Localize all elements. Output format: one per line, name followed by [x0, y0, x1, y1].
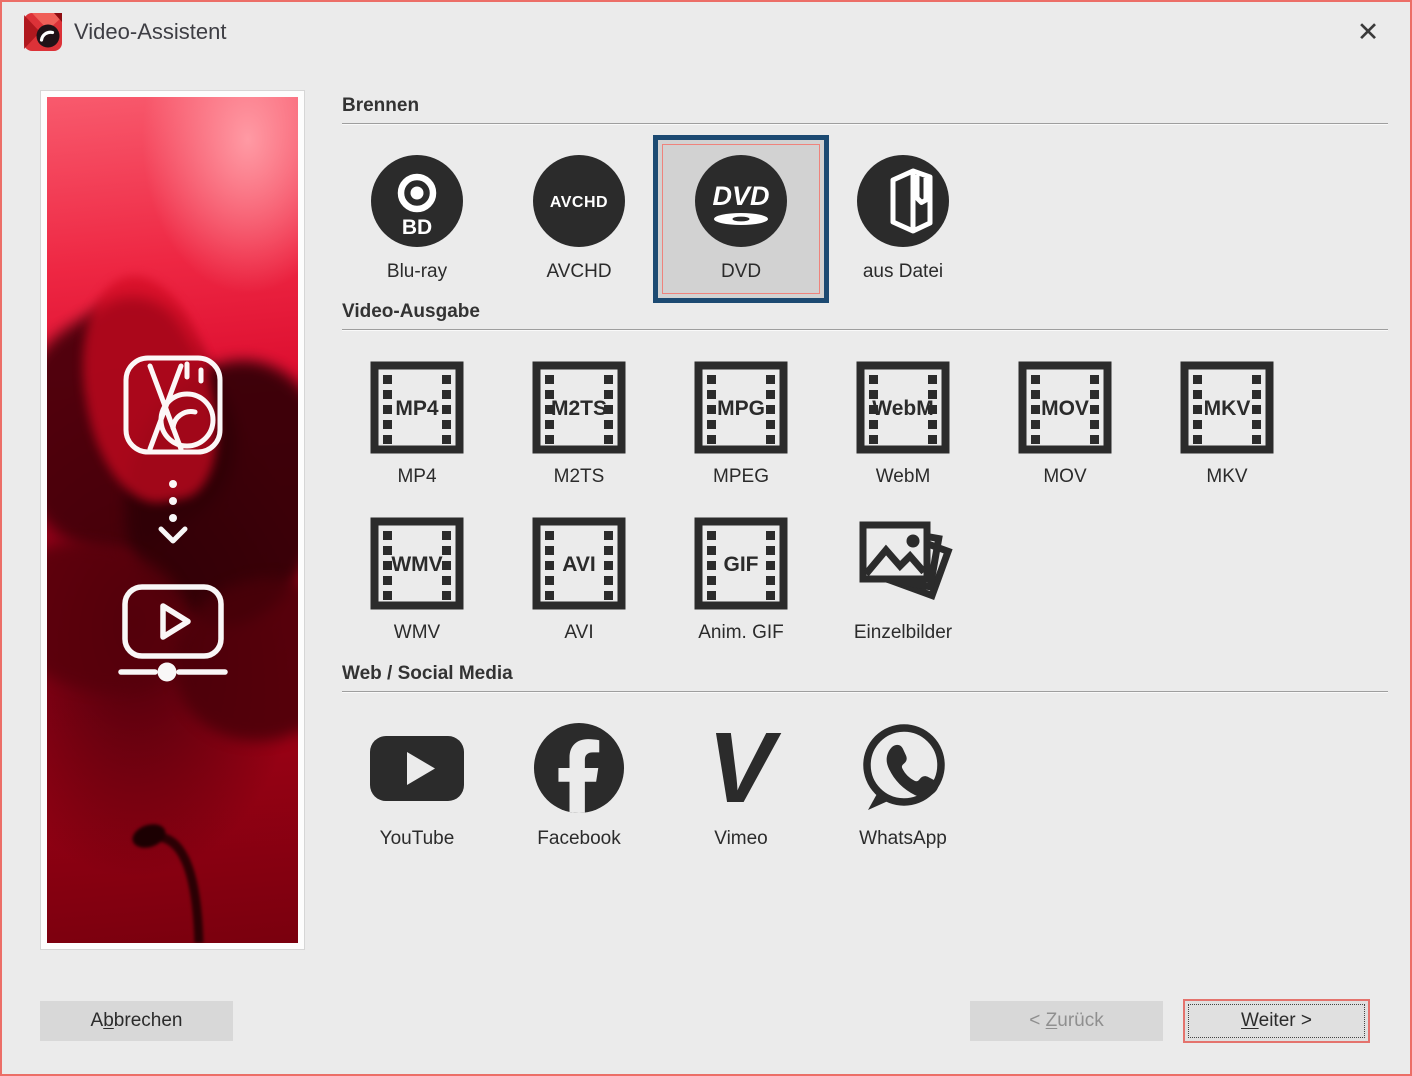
facebook-icon	[532, 722, 626, 814]
svg-text:GIF: GIF	[724, 553, 759, 576]
video-app-outline-icon	[117, 349, 229, 461]
svg-text:MPG: MPG	[717, 397, 765, 420]
app-logo-icon	[24, 13, 62, 51]
photo-stack-icon	[853, 517, 953, 610]
back-button[interactable]: < Zurück	[970, 1001, 1163, 1041]
tile-bluray[interactable]: BD Blu-ray	[336, 135, 498, 303]
tile-label: WebM	[876, 466, 931, 488]
tile-label: AVI	[564, 622, 593, 644]
tile-label: aus Datei	[863, 261, 943, 283]
tile-label: WMV	[394, 622, 440, 644]
tile-label: WhatsApp	[859, 828, 947, 850]
filmstrip-icon: M2TS	[532, 361, 626, 454]
filmstrip-icon: GIF	[694, 517, 788, 610]
tile-avchd[interactable]: AVCHD AVCHD	[498, 135, 660, 303]
tile-label: AVCHD	[546, 261, 611, 283]
dvd-disc-icon: DVD	[694, 154, 788, 248]
section-rule	[342, 329, 1388, 331]
tile-avi[interactable]: AVI AVI	[498, 517, 660, 644]
svg-text:V: V	[708, 722, 782, 814]
vimeo-icon: V	[694, 722, 788, 814]
tile-youtube[interactable]: YouTube	[336, 722, 498, 850]
youtube-icon	[367, 722, 467, 814]
tile-label: Einzelbilder	[854, 622, 952, 644]
section-title-video-ausgabe: Video-Ausgabe	[342, 301, 480, 323]
tile-mpeg[interactable]: MPG MPEG	[660, 361, 822, 488]
tile-label: Vimeo	[714, 828, 768, 850]
svg-text:WMV: WMV	[391, 553, 442, 576]
tile-label: MPEG	[713, 466, 769, 488]
tile-label: YouTube	[380, 828, 455, 850]
tile-whatsapp[interactable]: WhatsApp	[822, 722, 984, 850]
flower-stem	[47, 733, 296, 943]
whatsapp-icon	[856, 722, 950, 814]
filmstrip-icon: AVI	[532, 517, 626, 610]
svg-text:MP4: MP4	[395, 397, 439, 420]
flower-photo	[47, 97, 298, 943]
svg-text:MOV: MOV	[1041, 397, 1089, 420]
tile-vimeo[interactable]: V Vimeo	[660, 722, 822, 850]
bluray-disc-icon: BD	[370, 154, 464, 248]
svg-text:M2TS: M2TS	[551, 397, 607, 420]
tile-label: MKV	[1206, 466, 1247, 488]
tile-label: Anim. GIF	[698, 622, 784, 644]
tile-label: MOV	[1043, 466, 1086, 488]
filmstrip-icon: MKV	[1180, 361, 1274, 454]
filmstrip-icon: WebM	[856, 361, 950, 454]
avchd-disc-icon: AVCHD	[532, 154, 626, 248]
tile-label: DVD	[721, 261, 761, 283]
preview-panel	[40, 90, 305, 950]
arrow-down-dotted-icon	[157, 479, 189, 545]
tile-label: MP4	[397, 466, 436, 488]
svg-text:AVCHD: AVCHD	[550, 194, 608, 211]
tile-webm[interactable]: WebM WebM	[822, 361, 984, 488]
filmstrip-icon: MP4	[370, 361, 464, 454]
tile-aus-datei[interactable]: aus Datei	[822, 135, 984, 303]
video-assistant-window: Video-Assistent ✕	[0, 0, 1412, 1076]
svg-text:WebM: WebM	[872, 397, 933, 420]
tile-label: Blu-ray	[387, 261, 447, 283]
tile-label: Facebook	[537, 828, 620, 850]
section-title-brennen: Brennen	[342, 95, 419, 117]
filmstrip-icon: MPG	[694, 361, 788, 454]
from-file-case-icon	[856, 154, 950, 248]
next-button[interactable]: Weiter >	[1183, 999, 1370, 1043]
svg-text:AVI: AVI	[562, 553, 595, 576]
tile-einzelbilder[interactable]: Einzelbilder	[822, 517, 984, 644]
tile-dvd-selected[interactable]: DVD DVD	[660, 135, 822, 303]
filmstrip-icon: MOV	[1018, 361, 1112, 454]
tile-mkv[interactable]: MKV MKV	[1146, 361, 1308, 488]
tile-anim-gif[interactable]: GIF Anim. GIF	[660, 517, 822, 644]
brennen-row: BD Blu-ray AVCHD AVCHD DVD DVD	[336, 135, 984, 303]
social-row: YouTube Facebook V Vimeo	[336, 722, 984, 850]
cancel-button[interactable]: Abbrechen	[40, 1001, 233, 1041]
tile-m2ts[interactable]: M2TS M2TS	[498, 361, 660, 488]
tile-label: M2TS	[554, 466, 605, 488]
section-title-web: Web / Social Media	[342, 663, 513, 685]
svg-text:BD: BD	[402, 216, 432, 239]
tile-facebook[interactable]: Facebook	[498, 722, 660, 850]
video-player-icon	[117, 583, 229, 683]
filmstrip-icon: WMV	[370, 517, 464, 610]
tile-wmv[interactable]: WMV WMV	[336, 517, 498, 644]
video-row-1: MP4 MP4 M2TS M2TS MPG MPEG WebM W	[336, 361, 1308, 488]
main-content: Brennen BD Blu-ray AVCHD AVCHD	[342, 2, 1388, 1074]
window-title: Video-Assistent	[74, 19, 226, 45]
video-row-2: WMV WMV AVI AVI GIF Anim. GIF	[336, 517, 984, 644]
section-rule	[342, 123, 1388, 125]
tile-mov[interactable]: MOV MOV	[984, 361, 1146, 488]
svg-text:DVD: DVD	[712, 181, 769, 211]
svg-text:MKV: MKV	[1204, 397, 1251, 420]
tile-mp4[interactable]: MP4 MP4	[336, 361, 498, 488]
section-rule	[342, 691, 1388, 693]
